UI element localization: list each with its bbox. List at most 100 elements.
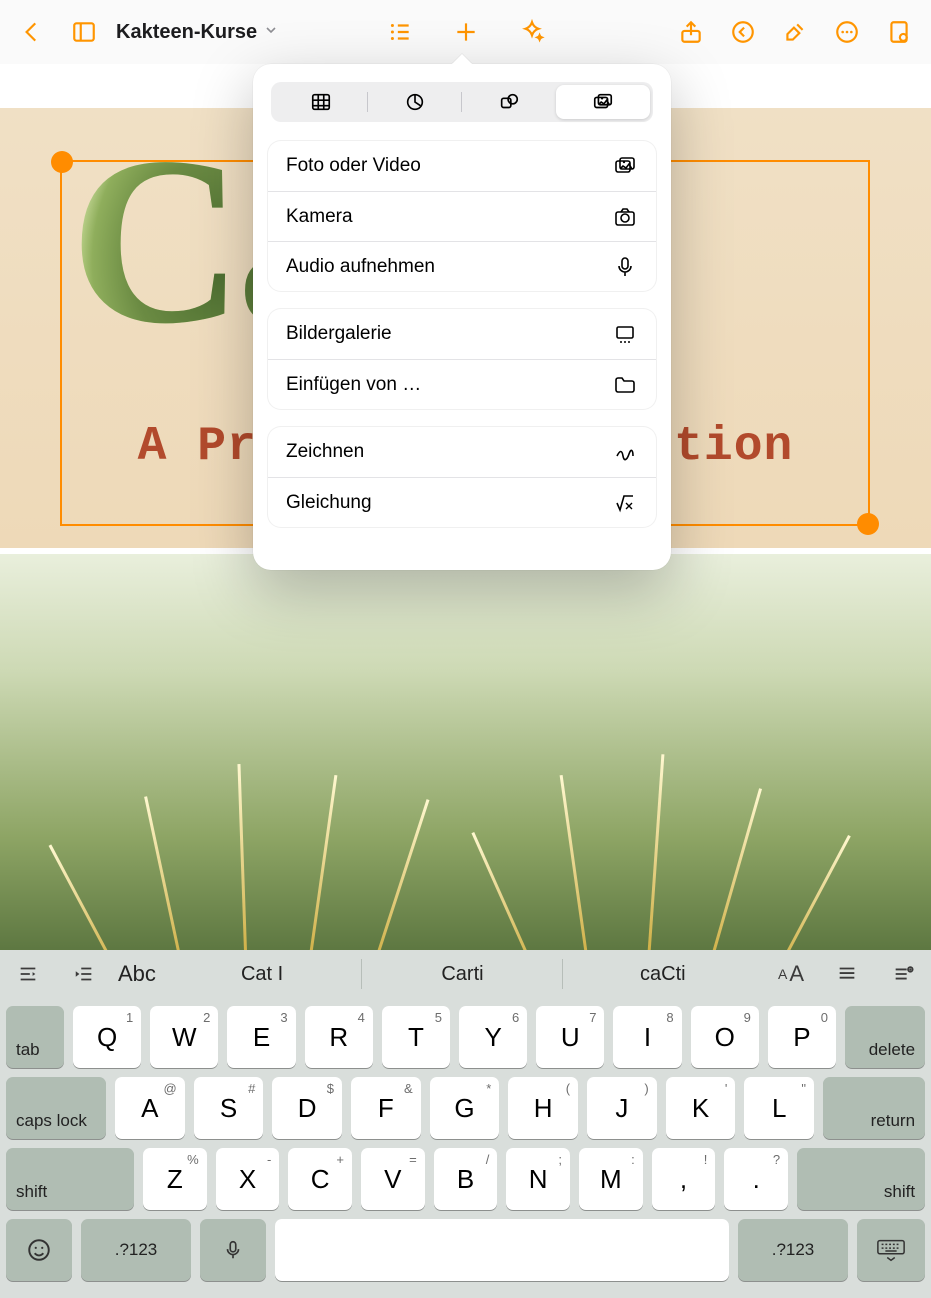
key-shift-right[interactable]: shift	[797, 1148, 925, 1210]
row-photo-or-video[interactable]: Foto oder Video	[268, 141, 656, 191]
key-x[interactable]: -X	[216, 1148, 280, 1210]
indent-button[interactable]	[56, 950, 112, 998]
equation-icon	[612, 490, 638, 516]
row-label: Einfügen von …	[286, 374, 421, 396]
key-shift-left[interactable]: shift	[6, 1148, 134, 1210]
key-b[interactable]: /B	[434, 1148, 498, 1210]
key-i[interactable]: 8I	[613, 1006, 681, 1068]
sidebar-toggle-button[interactable]	[60, 8, 108, 56]
row-insert-from[interactable]: Einfügen von …	[268, 359, 656, 409]
key-g[interactable]: *G	[430, 1077, 500, 1139]
camera-icon	[612, 204, 638, 230]
key-emoji[interactable]	[6, 1219, 72, 1281]
justify-button[interactable]	[819, 950, 875, 998]
document-title-text: Kakteen-Kurse	[116, 21, 257, 44]
segment-chart[interactable]	[368, 85, 462, 119]
keyboard-row-1: tab 1Q 2W 3E 4R 5T 6Y 7U 8I 9O 0P delete	[6, 1006, 925, 1068]
abc-format-button[interactable]: Abc	[112, 961, 162, 987]
microphone-icon	[612, 254, 638, 280]
key-a[interactable]: @A	[115, 1077, 185, 1139]
add-block-button[interactable]	[875, 950, 931, 998]
onscreen-keyboard: tab 1Q 2W 3E 4R 5T 6Y 7U 8I 9O 0P delete…	[0, 998, 931, 1298]
row-camera[interactable]: Kamera	[268, 191, 656, 241]
photos-icon	[612, 153, 638, 179]
key-h[interactable]: (H	[508, 1077, 578, 1139]
row-image-gallery[interactable]: Bildergalerie	[268, 309, 656, 359]
key-t[interactable]: 5T	[382, 1006, 450, 1068]
key-o[interactable]: 9O	[691, 1006, 759, 1068]
chevron-down-icon	[263, 21, 279, 44]
row-label: Audio aufnehmen	[286, 256, 435, 278]
suggestion-3[interactable]: caCti	[563, 950, 763, 998]
outline-button[interactable]	[376, 8, 424, 56]
key-c[interactable]: +C	[288, 1148, 352, 1210]
gallery-icon	[612, 321, 638, 347]
key-r[interactable]: 4R	[305, 1006, 373, 1068]
key-w[interactable]: 2W	[150, 1006, 218, 1068]
segment-media[interactable]	[556, 85, 650, 119]
suggestion-strip: Cat I Carti caCti	[162, 950, 763, 998]
key-n[interactable]: ;N	[506, 1148, 570, 1210]
text-size-button[interactable]: AA	[763, 950, 819, 998]
suggestion-1[interactable]: Cat I	[162, 950, 362, 998]
key-numbers-left[interactable]: .?123	[81, 1219, 191, 1281]
key-z[interactable]: %Z	[143, 1148, 207, 1210]
scribble-icon	[612, 439, 638, 465]
key-u[interactable]: 7U	[536, 1006, 604, 1068]
key-f[interactable]: &F	[351, 1077, 421, 1139]
share-button[interactable]	[667, 8, 715, 56]
key-v[interactable]: =V	[361, 1148, 425, 1210]
insert-popover: Foto oder Video Kamera Audio aufnehmen B…	[253, 64, 671, 570]
key-period[interactable]: ?.	[724, 1148, 788, 1210]
popover-group-capture: Foto oder Video Kamera Audio aufnehmen	[267, 140, 657, 292]
more-button[interactable]	[823, 8, 871, 56]
key-l[interactable]: "L	[744, 1077, 814, 1139]
suggestion-2[interactable]: Carti	[362, 950, 562, 998]
key-hide-keyboard[interactable]	[857, 1219, 925, 1281]
row-record-audio[interactable]: Audio aufnehmen	[268, 241, 656, 291]
insert-button[interactable]	[442, 8, 490, 56]
key-delete[interactable]: delete	[845, 1006, 925, 1068]
ai-tools-button[interactable]	[508, 8, 556, 56]
document-title[interactable]: Kakteen-Kurse	[116, 21, 279, 44]
popover-group-import: Bildergalerie Einfügen von …	[267, 308, 657, 410]
key-y[interactable]: 6Y	[459, 1006, 527, 1068]
keyboard-row-3: shift %Z -X +C =V /B ;N :M !, ?. shift	[6, 1148, 925, 1210]
key-caps-lock[interactable]: caps lock	[6, 1077, 106, 1139]
key-numbers-right[interactable]: .?123	[738, 1219, 848, 1281]
key-p[interactable]: 0P	[768, 1006, 836, 1068]
text-align-button[interactable]	[0, 950, 56, 998]
row-label: Gleichung	[286, 492, 372, 514]
row-label: Bildergalerie	[286, 323, 392, 345]
key-tab[interactable]: tab	[6, 1006, 64, 1068]
row-draw[interactable]: Zeichnen	[268, 427, 656, 477]
key-e[interactable]: 3E	[227, 1006, 295, 1068]
prediction-bar: Abc Cat I Carti caCti AA	[0, 950, 931, 998]
segment-shapes[interactable]	[462, 85, 556, 119]
format-brush-button[interactable]	[771, 8, 819, 56]
key-k[interactable]: 'K	[666, 1077, 736, 1139]
key-m[interactable]: :M	[579, 1148, 643, 1210]
keyboard-row-2: caps lock @A #S $D &F *G (H )J 'K "L ret…	[6, 1077, 925, 1139]
key-j[interactable]: )J	[587, 1077, 657, 1139]
key-dictation[interactable]	[200, 1219, 266, 1281]
insert-type-segmented-control	[271, 82, 653, 122]
row-label: Zeichnen	[286, 441, 364, 463]
undo-button[interactable]	[719, 8, 767, 56]
key-d[interactable]: $D	[272, 1077, 342, 1139]
key-return[interactable]: return	[823, 1077, 925, 1139]
selection-handle-bottom-right[interactable]	[857, 513, 879, 535]
back-button[interactable]	[8, 8, 56, 56]
row-label: Kamera	[286, 206, 353, 228]
key-comma[interactable]: !,	[652, 1148, 716, 1210]
keyboard-row-4: .?123 .?123	[6, 1219, 925, 1281]
key-s[interactable]: #S	[194, 1077, 264, 1139]
segment-table[interactable]	[274, 85, 368, 119]
app-root: Kakteen-Kurse	[0, 0, 931, 1298]
document-settings-button[interactable]	[875, 8, 923, 56]
selection-handle-top-left[interactable]	[51, 151, 73, 173]
key-space[interactable]	[275, 1219, 729, 1281]
popover-group-create: Zeichnen Gleichung	[267, 426, 657, 528]
key-q[interactable]: 1Q	[73, 1006, 141, 1068]
row-equation[interactable]: Gleichung	[268, 477, 656, 527]
